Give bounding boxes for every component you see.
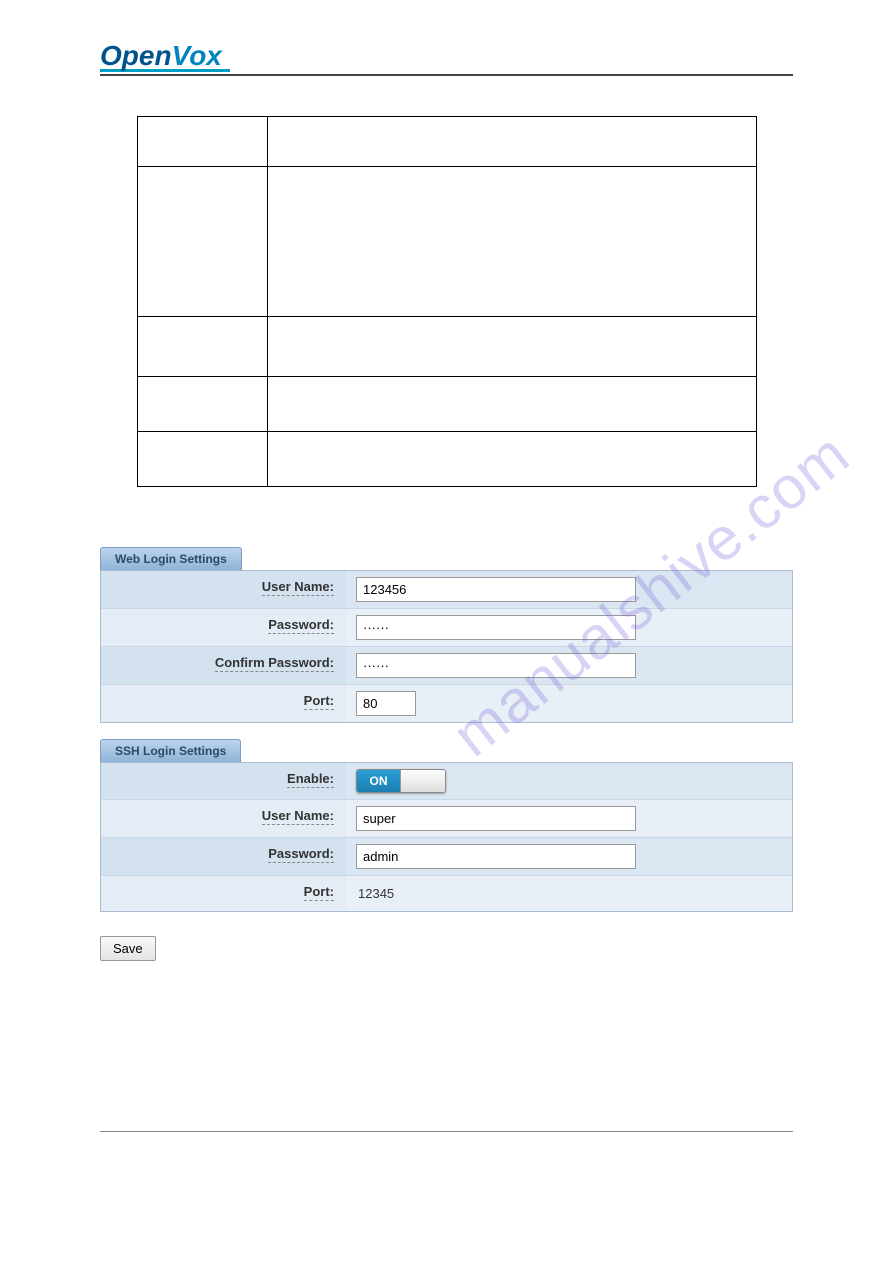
table-cell (267, 117, 756, 167)
row-enable: Enable: ON (101, 763, 792, 800)
row-ssh-password: Password: (101, 838, 792, 876)
table-cell (267, 167, 756, 317)
ssh-login-header: SSH Login Settings (100, 739, 241, 762)
row-port: Port: (101, 685, 792, 722)
table-cell (137, 317, 267, 377)
page-header: OpenVox (100, 40, 793, 76)
web-password-input[interactable] (356, 615, 636, 640)
web-login-header: Web Login Settings (100, 547, 242, 570)
toggle-on-label: ON (357, 770, 400, 792)
logo-part2: Vox (172, 40, 222, 71)
table-cell (267, 317, 756, 377)
port-label: Port: (101, 685, 346, 722)
ssh-username-label: User Name: (101, 800, 346, 837)
table-cell (267, 432, 756, 487)
save-button[interactable]: Save (100, 936, 156, 961)
table-cell (137, 432, 267, 487)
ssh-login-body: Enable: ON User Name: Password: Port: 12… (100, 762, 793, 912)
row-ssh-username: User Name: (101, 800, 792, 838)
ssh-port-value: 12345 (356, 882, 396, 905)
web-login-body: User Name: Password: Confirm Password: P… (100, 570, 793, 723)
toggle-handle (400, 770, 445, 792)
logo-part1: Open (100, 40, 172, 71)
ssh-enable-toggle[interactable]: ON (356, 769, 446, 793)
row-confirm: Confirm Password: (101, 647, 792, 685)
web-port-input[interactable] (356, 691, 416, 716)
row-password: Password: (101, 609, 792, 647)
definition-table (137, 116, 757, 487)
footer-rule (100, 1131, 793, 1132)
password-label: Password: (101, 609, 346, 646)
table-cell (267, 377, 756, 432)
logo: OpenVox (100, 40, 793, 72)
ssh-login-panel: SSH Login Settings Enable: ON User Name:… (100, 739, 793, 912)
table-cell (137, 117, 267, 167)
table-cell (137, 377, 267, 432)
enable-label: Enable: (101, 763, 346, 799)
row-username: User Name: (101, 571, 792, 609)
web-username-input[interactable] (356, 577, 636, 602)
ssh-password-input[interactable] (356, 844, 636, 869)
web-login-panel: Web Login Settings User Name: Password: … (100, 547, 793, 723)
confirm-label: Confirm Password: (101, 647, 346, 684)
web-confirm-input[interactable] (356, 653, 636, 678)
ssh-password-label: Password: (101, 838, 346, 875)
ssh-username-input[interactable] (356, 806, 636, 831)
username-label: User Name: (101, 571, 346, 608)
ssh-port-label: Port: (101, 876, 346, 911)
row-ssh-port: Port: 12345 (101, 876, 792, 911)
table-cell (137, 167, 267, 317)
